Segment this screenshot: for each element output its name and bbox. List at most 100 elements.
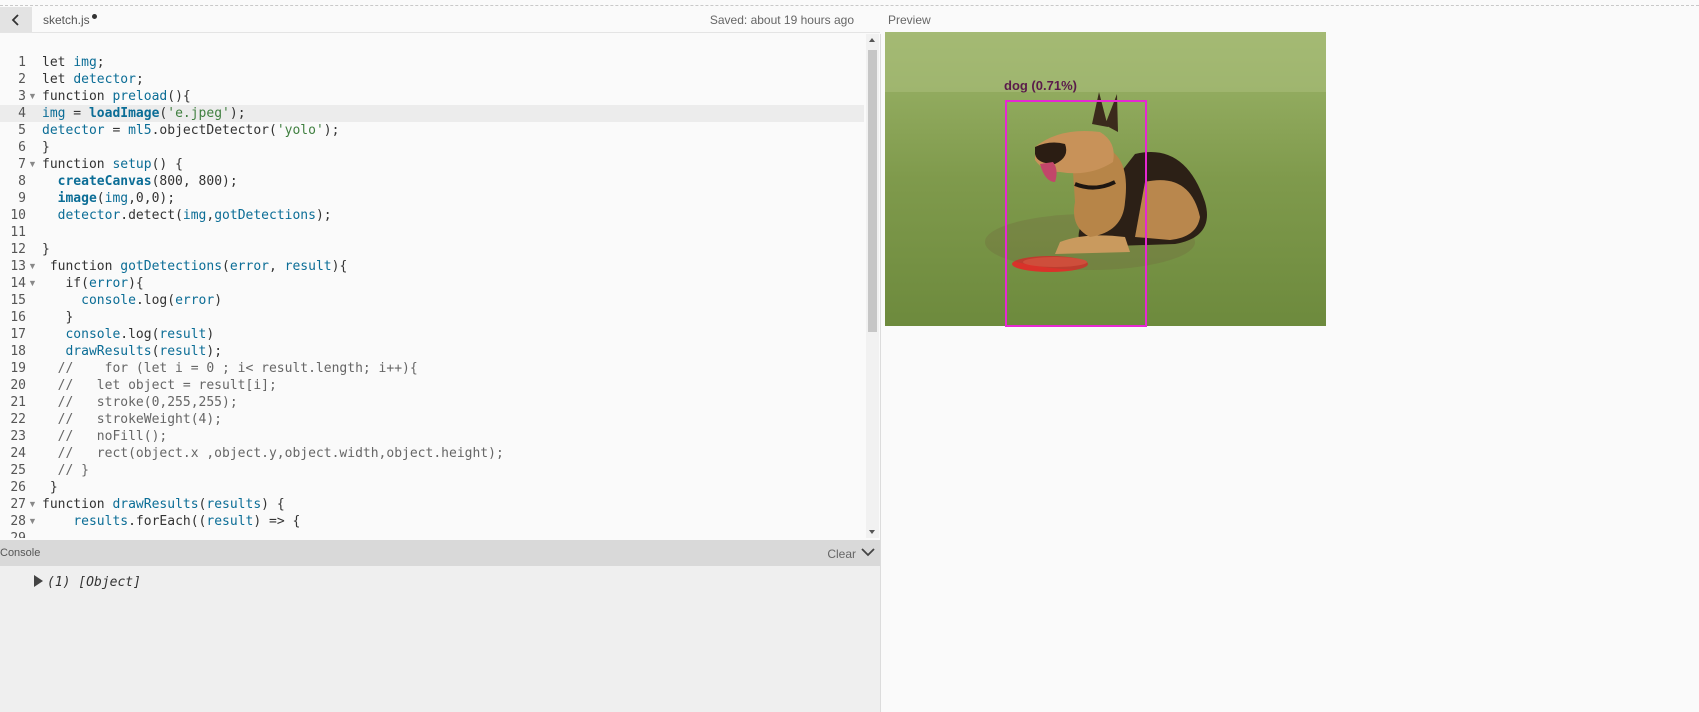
code-line[interactable]: 29 [0, 530, 864, 538]
header-rule [0, 32, 880, 33]
editor-scrollbar[interactable] [866, 34, 879, 538]
code-text: results.forEach((result) => { [73, 514, 301, 529]
line-number: 27 [10, 497, 26, 512]
code-line[interactable]: 21 // stroke(0,255,255); [0, 394, 864, 411]
code-line[interactable]: 18 drawResults(result); [0, 343, 864, 360]
code-line[interactable]: 13 ▼ function gotDetections(error, result… [0, 258, 864, 275]
code-text: } [42, 242, 50, 257]
detection-bounding-box [1005, 100, 1147, 327]
code-text: image(img,0,0); [57, 191, 176, 206]
fold-icon[interactable]: ▼ [28, 513, 37, 530]
fold-icon[interactable]: ▼ [28, 275, 37, 292]
line-number: 9 [18, 191, 26, 206]
code-line[interactable]: 27 ▼ function drawResults(results) { [0, 496, 864, 513]
code-text: let detector; [42, 72, 144, 87]
scrollbar-thumb[interactable] [868, 50, 877, 332]
code-text: // let object = result[i]; [42, 378, 277, 393]
saved-status: Saved: about 19 hours ago [709, 13, 854, 27]
code-line[interactable]: 14 ▼ if(error){ [0, 275, 864, 292]
code-text: } [42, 140, 50, 155]
line-number: 21 [10, 395, 26, 410]
line-number: 2 [18, 72, 26, 87]
line-number: 8 [18, 174, 26, 189]
code-line[interactable]: 20 // let object = result[i]; [0, 377, 864, 394]
expand-triangle-icon[interactable] [34, 575, 43, 587]
code-line[interactable]: 11 [0, 224, 864, 241]
code-line[interactable]: 4 img = loadImage('e.jpeg'); [0, 105, 864, 122]
code-line[interactable]: 17 console.log(result) [0, 326, 864, 343]
code-line[interactable]: 15 console.log(error) [0, 292, 864, 309]
code-text: function preload(){ [42, 89, 191, 104]
console-panel: (1) [Object] [0, 566, 880, 712]
line-number: 25 [10, 463, 26, 478]
code-text: function drawResults(results) { [42, 497, 285, 512]
line-number: 18 [10, 344, 26, 359]
code-line[interactable]: 24 // rect(object.x ,object.y,object.wid… [0, 445, 864, 462]
code-line[interactable]: 26 } [0, 479, 864, 496]
code-text: } [42, 480, 58, 495]
code-line[interactable]: 25 // } [0, 462, 864, 479]
line-number: 17 [10, 327, 26, 342]
line-number: 29 [0, 530, 26, 538]
code-line[interactable]: 16 } [0, 309, 864, 326]
line-number: 12 [10, 242, 26, 257]
line-number: 14 [10, 276, 26, 291]
code-line[interactable]: 6} [0, 139, 864, 156]
console-header: Console Clear [0, 540, 880, 566]
code-text: console.log(result) [65, 327, 215, 342]
line-number: 22 [10, 412, 26, 427]
code-text: function setup() { [42, 157, 183, 172]
preview-label: Preview [888, 13, 931, 27]
line-number: 10 [10, 208, 26, 223]
line-number: 4 [18, 106, 26, 121]
line-number: 15 [10, 293, 26, 308]
code-line[interactable]: 1 let img; [0, 54, 864, 71]
code-text: // } [42, 463, 89, 478]
code-text: createCanvas(800, 800); [57, 174, 238, 189]
code-line[interactable]: 10 detector.detect(img,gotDetections); [0, 207, 864, 224]
fold-icon[interactable]: ▼ [28, 258, 37, 275]
code-text: function gotDetections(error, result){ [49, 259, 348, 274]
code-editor[interactable]: 1 let img; 2 let detector; 3 ▼ function prel… [0, 34, 864, 538]
code-line[interactable]: 2 let detector; [0, 71, 864, 88]
console-clear-button[interactable]: Clear [827, 547, 856, 561]
scroll-down-icon[interactable] [869, 530, 875, 534]
collapse-sidebar-button[interactable] [0, 7, 32, 32]
code-line[interactable]: 23 // noFill(); [0, 428, 864, 445]
line-number: 19 [10, 361, 26, 376]
console-entry-text: (1) [Object] [47, 575, 141, 590]
chevron-left-icon [11, 13, 19, 26]
line-number: 28 [10, 514, 26, 529]
code-line[interactable]: 28 ▼ results.forEach((result) => { [0, 513, 864, 530]
chevron-down-icon[interactable] [860, 544, 876, 560]
code-text: img = loadImage('e.jpeg'); [42, 106, 246, 121]
fold-icon[interactable]: ▼ [28, 88, 37, 105]
code-line[interactable]: 8 createCanvas(800, 800); [0, 173, 864, 190]
scroll-up-icon[interactable] [869, 38, 875, 42]
line-number: 20 [10, 378, 26, 393]
line-number: 5 [18, 123, 26, 138]
line-number: 6 [18, 140, 26, 155]
fold-icon[interactable]: ▼ [28, 496, 37, 513]
code-line[interactable]: 12} [0, 241, 864, 258]
code-line[interactable]: 7 ▼ function setup() { [0, 156, 864, 173]
line-number: 3 [18, 89, 26, 104]
detection-label: dog (0.71%) [1004, 78, 1077, 93]
editor-header: sketch.js Saved: about 19 hours ago [0, 7, 880, 32]
line-number: 26 [10, 480, 26, 495]
code-line[interactable]: 19 // for (let i = 0 ; i< result.length;… [0, 360, 864, 377]
code-line[interactable]: 5 detector = ml5.objectDetector('yolo'); [0, 122, 864, 139]
console-log-entry[interactable]: (1) [Object] [34, 575, 141, 590]
fold-icon[interactable]: ▼ [28, 156, 37, 173]
line-number: 24 [10, 446, 26, 461]
code-text: drawResults(result); [65, 344, 223, 359]
code-text: // strokeWeight(4); [42, 412, 223, 427]
pane-divider[interactable] [880, 34, 881, 712]
code-line[interactable]: 22 // strokeWeight(4); [0, 411, 864, 428]
file-name-tab[interactable]: sketch.js [43, 13, 90, 27]
code-line[interactable]: 3 ▼ function preload(){ [0, 88, 864, 105]
code-text: // noFill(); [42, 429, 168, 444]
code-text: } [42, 310, 74, 325]
code-line[interactable]: 9 image(img,0,0); [0, 190, 864, 207]
code-text: if(error){ [65, 276, 144, 291]
